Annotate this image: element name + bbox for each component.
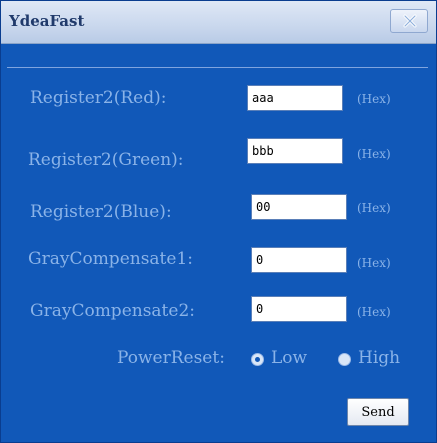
register2-red-input[interactable] bbox=[247, 85, 343, 111]
radio-high[interactable] bbox=[338, 353, 351, 366]
radio-high-label[interactable]: High bbox=[358, 348, 400, 368]
label-register2-green: Register2(Green): bbox=[28, 150, 184, 170]
radio-low[interactable] bbox=[251, 353, 264, 366]
dialog-content: Register2(Red): (Hex) Register2(Green): … bbox=[1, 44, 436, 442]
close-button[interactable] bbox=[390, 9, 428, 33]
close-icon bbox=[403, 14, 417, 28]
unit-register2-blue: (Hex) bbox=[357, 201, 391, 215]
label-register2-blue: Register2(Blue): bbox=[30, 202, 172, 222]
label-gray-compensate1: GrayCompensate1: bbox=[28, 249, 193, 269]
label-power-reset: PowerReset: bbox=[117, 348, 225, 368]
dialog-window: YdeaFast Register2(Red): (Hex) Register2… bbox=[0, 0, 437, 443]
unit-gray-compensate1: (Hex) bbox=[357, 256, 391, 270]
register2-green-input[interactable] bbox=[247, 138, 343, 164]
title-bar[interactable]: YdeaFast bbox=[1, 1, 436, 44]
label-gray-compensate2: GrayCompensate2: bbox=[30, 301, 195, 321]
window-title: YdeaFast bbox=[9, 12, 85, 30]
divider bbox=[7, 67, 428, 68]
unit-gray-compensate2: (Hex) bbox=[357, 305, 391, 319]
gray-compensate1-input[interactable] bbox=[251, 247, 347, 273]
unit-register2-red: (Hex) bbox=[357, 92, 391, 106]
send-button[interactable]: Send bbox=[347, 398, 409, 426]
register2-blue-input[interactable] bbox=[251, 194, 347, 220]
gray-compensate2-input[interactable] bbox=[251, 296, 347, 322]
radio-low-label[interactable]: Low bbox=[271, 348, 307, 368]
unit-register2-green: (Hex) bbox=[357, 147, 391, 161]
label-register2-red: Register2(Red): bbox=[30, 88, 167, 108]
